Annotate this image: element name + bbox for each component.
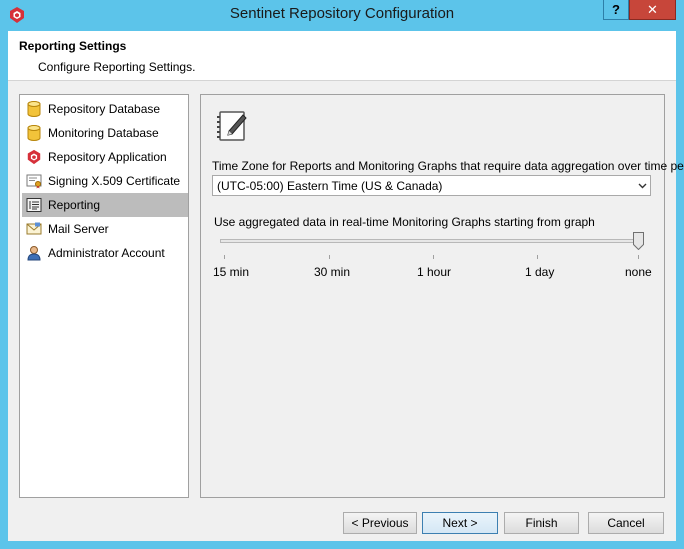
app-window: Sentinet Repository Configuration ? ✕ Re… xyxy=(0,0,684,549)
nav-item-repository-application[interactable]: Repository Application xyxy=(22,145,188,169)
nav-item-label: Signing X.509 Certificate xyxy=(48,174,181,188)
slider-option-1-day: 1 day xyxy=(525,265,555,279)
help-button[interactable]: ? xyxy=(603,0,629,20)
reporting-settings-panel: Time Zone for Reports and Monitoring Gra… xyxy=(200,94,684,498)
nav-item-label: Reporting xyxy=(48,198,101,212)
page-header: Reporting Settings Configure Reporting S… xyxy=(8,31,676,81)
cancel-button[interactable]: Cancel xyxy=(588,512,664,534)
slider-tick xyxy=(224,255,225,259)
nav-item-label: Repository Application xyxy=(48,150,167,164)
nav-item-administrator-account[interactable]: Administrator Account xyxy=(22,241,188,265)
nav-item-mail-server[interactable]: Mail Server xyxy=(22,217,188,241)
page-subtitle: Configure Reporting Settings. xyxy=(38,60,196,74)
slider-option-1-hour: 1 hour xyxy=(417,265,452,279)
nav-item-monitoring-database[interactable]: Monitoring Database xyxy=(22,121,188,145)
chevron-down-icon[interactable] xyxy=(634,176,650,195)
finish-button[interactable]: Finish xyxy=(504,512,579,534)
settings-nav-list[interactable]: Repository Database Monitoring Database xyxy=(19,94,189,498)
window-title: Sentinet Repository Configuration xyxy=(229,5,455,22)
slider-tick xyxy=(537,255,538,259)
nav-item-signing-certificate[interactable]: Signing X.509 Certificate xyxy=(22,169,188,193)
mail-icon xyxy=(26,221,42,237)
database-icon xyxy=(26,101,42,117)
client-area: Reporting Settings Configure Reporting S… xyxy=(8,31,684,541)
page-title: Reporting Settings xyxy=(19,39,127,53)
timezone-dropdown[interactable]: (UTC-05:00) Eastern Time (US & Canada) xyxy=(212,175,651,196)
close-button[interactable]: ✕ xyxy=(629,0,676,20)
nav-item-label: Monitoring Database xyxy=(48,126,159,140)
nav-item-label: Repository Database xyxy=(48,102,161,116)
certificate-icon xyxy=(26,173,42,189)
nav-item-label: Mail Server xyxy=(48,222,109,236)
next-button[interactable]: Next > xyxy=(422,512,498,534)
slider-tick xyxy=(329,255,330,259)
slider-tick xyxy=(433,255,434,259)
aggregation-label: Use aggregated data in real-time Monitor… xyxy=(214,215,595,229)
slider-option-none: none xyxy=(625,265,652,279)
aggregation-slider-thumb[interactable] xyxy=(633,232,644,250)
sentinet-shield-icon xyxy=(26,149,42,165)
timezone-label: Time Zone for Reports and Monitoring Gra… xyxy=(212,159,684,173)
aggregation-slider-track[interactable] xyxy=(220,239,640,243)
database-icon xyxy=(26,125,42,141)
nav-item-repository-database[interactable]: Repository Database xyxy=(22,97,188,121)
title-bar[interactable]: Sentinet Repository Configuration ? ✕ xyxy=(0,0,684,30)
notebook-pen-icon xyxy=(217,111,247,141)
nav-item-label: Administrator Account xyxy=(48,246,165,260)
slider-option-15-min: 15 min xyxy=(213,265,250,279)
timezone-selected-value: (UTC-05:00) Eastern Time (US & Canada) xyxy=(217,178,443,193)
report-icon xyxy=(26,197,42,213)
previous-button[interactable]: < Previous xyxy=(343,512,417,534)
slider-tick xyxy=(638,255,639,259)
user-icon xyxy=(26,245,42,261)
slider-option-30-min: 30 min xyxy=(314,265,351,279)
nav-item-reporting[interactable]: Reporting xyxy=(22,193,188,217)
